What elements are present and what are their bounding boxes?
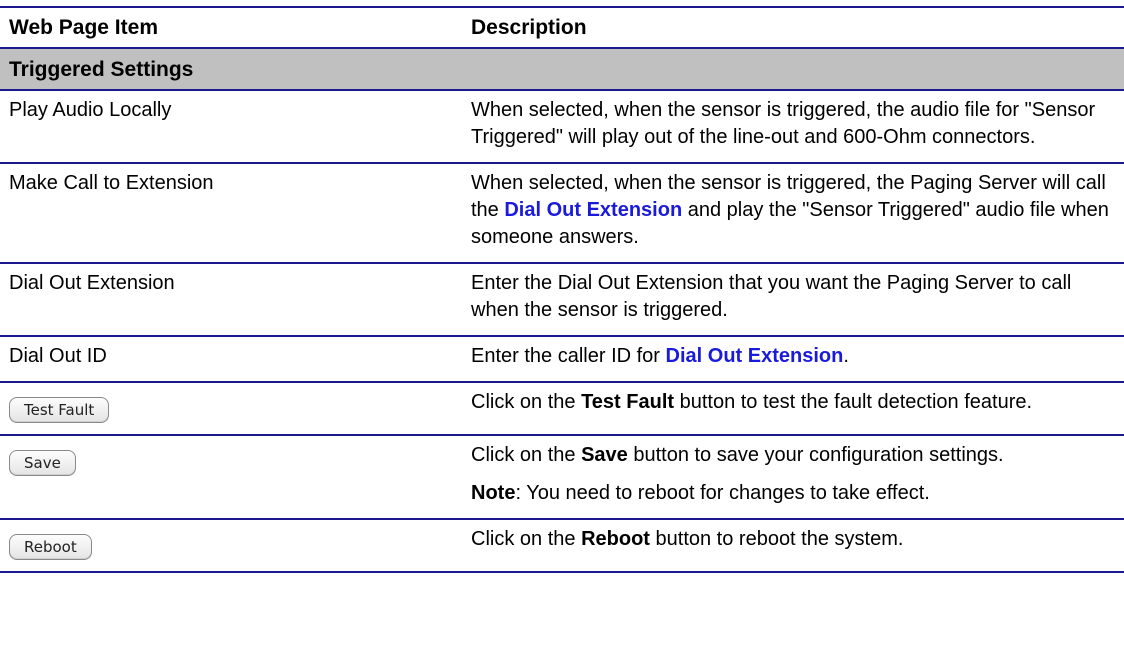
dial-out-extension-link[interactable]: Dial Out Extension	[666, 345, 844, 367]
header-web-page-item: Web Page Item	[9, 16, 158, 39]
item-description: Click on the Save button to save your co…	[471, 442, 1124, 507]
desc-bold: Test Fault	[581, 391, 675, 413]
item-label: Make Call to Extension	[9, 172, 214, 194]
item-description: Click on the Reboot button to reboot the…	[471, 526, 1124, 560]
table-row-dial-out-id: Dial Out ID Enter the caller ID for Dial…	[0, 335, 1124, 381]
item-description: Click on the Test Fault button to test t…	[471, 389, 1124, 423]
table-row-save: Save Click on the Save button to save yo…	[0, 434, 1124, 518]
note-label: Note	[471, 482, 516, 504]
dial-out-extension-link[interactable]: Dial Out Extension	[504, 199, 682, 221]
table-row-make-call-to-extension: Make Call to Extension When selected, wh…	[0, 162, 1124, 262]
desc-text: Enter the caller ID for	[471, 345, 666, 367]
desc-text: Click on the	[471, 391, 582, 413]
item-label: Dial Out ID	[9, 345, 107, 367]
desc-text: Click on the	[471, 528, 582, 550]
table-row-dial-out-extension: Dial Out Extension Enter the Dial Out Ex…	[0, 262, 1124, 335]
item-description: When selected, when the sensor is trigge…	[471, 170, 1124, 251]
table-row-reboot: Reboot Click on the Reboot button to reb…	[0, 518, 1124, 573]
reboot-button[interactable]: Reboot	[9, 534, 92, 560]
item-label: Play Audio Locally	[9, 99, 172, 121]
item-description: When selected, when the sensor is trigge…	[471, 99, 1096, 148]
desc-bold: Reboot	[581, 528, 650, 550]
item-label: Dial Out Extension	[9, 272, 175, 294]
desc-text: .	[843, 345, 849, 367]
item-description: Enter the caller ID for Dial Out Extensi…	[471, 343, 1124, 370]
section-row-triggered-settings: Triggered Settings	[0, 47, 1124, 89]
table-header-row: Web Page Item Description	[0, 6, 1124, 47]
note-paragraph: Note: You need to reboot for changes to …	[471, 480, 1114, 507]
note-text: : You need to reboot for changes to take…	[515, 482, 930, 504]
section-title: Triggered Settings	[9, 57, 194, 81]
table-row-test-fault: Test Fault Click on the Test Fault butto…	[0, 381, 1124, 434]
item-description: Enter the Dial Out Extension that you wa…	[471, 272, 1072, 321]
item-button-cell: Test Fault	[0, 389, 471, 423]
item-button-cell: Reboot	[0, 526, 471, 560]
item-button-cell: Save	[0, 442, 471, 507]
desc-text: button to test the fault detection featu…	[674, 391, 1033, 413]
save-button[interactable]: Save	[9, 450, 76, 476]
settings-table: Web Page Item Description Triggered Sett…	[0, 6, 1124, 573]
header-description: Description	[471, 16, 587, 39]
desc-text: Click on the	[471, 444, 582, 466]
desc-paragraph: Click on the Save button to save your co…	[471, 442, 1114, 469]
desc-bold: Save	[581, 444, 628, 466]
desc-text: button to reboot the system.	[649, 528, 904, 550]
table-row-play-audio-locally: Play Audio Locally When selected, when t…	[0, 89, 1124, 162]
test-fault-button[interactable]: Test Fault	[9, 397, 110, 423]
desc-text: button to save your configuration settin…	[627, 444, 1004, 466]
